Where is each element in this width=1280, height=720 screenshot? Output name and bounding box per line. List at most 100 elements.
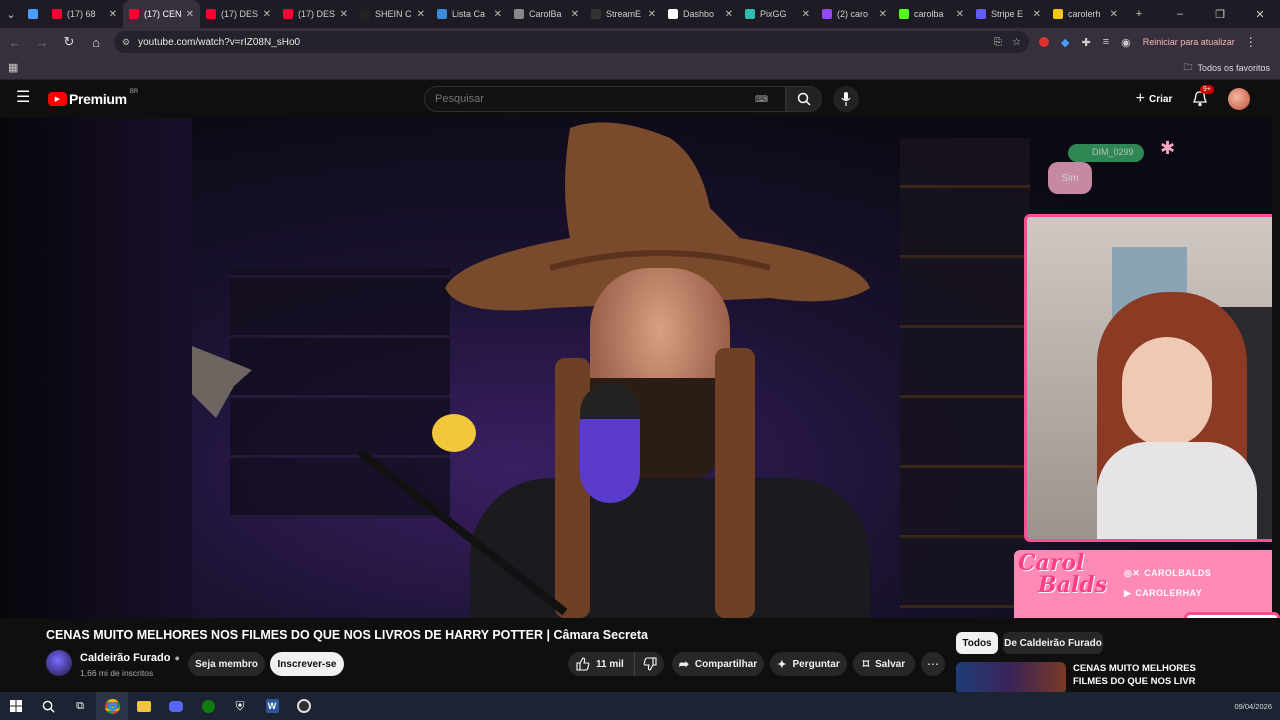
back-icon[interactable]: ← [3,30,27,54]
youtube-logo[interactable]: ▶ Premium BR [48,89,139,107]
home-icon[interactable]: ⌂ [84,30,108,54]
restart-update-button[interactable]: Reiniciar para atualizar [1143,37,1235,47]
browser-tab[interactable]: (17) DES ✕ [277,0,354,28]
address-bar[interactable]: ⚙ youtube.com/watch?v=rIZ08N_sHo0 ⎘ ☆ [114,31,1029,53]
tab-close-icon[interactable]: ✕ [263,9,271,20]
social-handle-1: ◎✕ CAROLBALDS [1124,568,1212,578]
tab-close-icon[interactable]: ✕ [725,9,733,20]
bookmark-star-icon[interactable]: ☆ [1012,37,1021,48]
chrome-icon[interactable] [96,692,128,720]
restore-icon[interactable]: ❐ [1200,3,1240,25]
browser-tab[interactable]: Lista Ca ✕ [431,0,508,28]
dislike-button[interactable] [635,657,657,671]
subscribe-button[interactable]: Inscrever-se [270,652,344,676]
browser-tab[interactable]: CarolBa ✕ [508,0,585,28]
search-icon [797,92,811,106]
ask-button[interactable]: ✦ Perguntar [770,652,847,676]
youtube-play-icon: ▶ [48,92,67,106]
tab-close-icon[interactable]: ✕ [494,9,502,20]
more-actions-button[interactable]: ⋯ [921,652,945,676]
tab-close-icon[interactable]: ✕ [648,9,656,20]
new-tab-button[interactable]: + [1128,3,1150,25]
security-shield-icon[interactable]: ⛨ [224,692,256,720]
close-window-icon[interactable]: ✕ [1240,3,1280,25]
shelf-decor-right [900,138,1030,608]
reading-list-icon[interactable]: ≡ [1103,36,1109,48]
tab-close-icon[interactable]: ✕ [186,9,194,20]
browser-tab[interactable]: carolba ✕ [893,0,970,28]
ask-label: Perguntar [792,658,840,670]
apps-grid-icon[interactable]: ▦ [8,61,18,74]
minimize-icon[interactable]: – [1160,3,1200,25]
tab-close-icon[interactable]: ✕ [956,9,964,20]
browser-tab[interactable]: Stripe E ✕ [970,0,1047,28]
tab-close-icon[interactable]: ✕ [879,9,887,20]
extensions-icon[interactable]: ✚ [1081,36,1090,49]
site-info-icon[interactable]: ⚙ [122,37,130,48]
xbox-icon[interactable] [192,692,224,720]
browser-tab[interactable]: SHEIN C ✕ [354,0,431,28]
voice-search-button[interactable] [833,86,859,112]
tab-close-icon[interactable]: ✕ [1033,9,1041,20]
recommended-thumbnail[interactable] [956,662,1066,694]
like-button[interactable]: 11 mil [568,652,635,676]
browser-menu-icon[interactable]: ⋮ [1245,35,1257,49]
keyboard-icon[interactable]: ⌨ [755,94,768,105]
channel-avatar[interactable] [46,650,72,676]
notifications-button[interactable]: 9+ [1192,85,1214,109]
browser-toolbar: ← → ↻ ⌂ ⚙ youtube.com/watch?v=rIZ08N_sHo… [0,28,1280,56]
forward-icon[interactable]: → [30,30,54,54]
windows-start-icon[interactable] [0,692,32,720]
chip-all[interactable]: Todos [956,632,998,654]
word-icon[interactable]: W [256,692,288,720]
browser-tab[interactable]: (17) CEN ✕ [123,0,200,28]
profile-icon[interactable]: ◉ [1121,36,1131,49]
tab-close-icon[interactable]: ✕ [1110,9,1118,20]
video-player[interactable]: DIM_0299 Sim ✱ Carol Balds ◎✕ CAROLBALDS … [0,118,1272,618]
obs-icon[interactable] [288,692,320,720]
tab-favicon-icon [591,9,601,19]
reload-icon[interactable]: ↻ [57,30,81,54]
browser-tab[interactable]: (2) caro ✕ [816,0,893,28]
tab-close-icon[interactable]: ✕ [340,9,348,20]
channel-name[interactable]: Caldeirão Furado ● [80,652,180,664]
search-box[interactable]: ⌨ [424,86,786,112]
tab-close-icon[interactable]: ✕ [802,9,810,20]
plus-icon: + [1135,90,1145,107]
all-bookmarks-button[interactable]: 🗀 Todos os favoritos [1183,60,1270,76]
social-handle-2: ▶ CAROLERHAY [1124,588,1203,598]
recommended-title[interactable]: CENAS MUITO MELHORES FILMES DO QUE NOS L… [1073,662,1196,688]
video-letterbox [0,118,192,618]
install-app-icon[interactable]: ⎘ [994,37,1002,48]
task-view-icon[interactable]: ⧉ [64,692,96,720]
share-button[interactable]: ➦ Compartilhar [672,652,764,676]
browser-tab[interactable]: (17) DES ✕ [200,0,277,28]
tab-close-icon[interactable]: ✕ [571,9,579,20]
create-button[interactable]: + Criar [1126,87,1182,111]
chip-from-channel[interactable]: De Caldeirão Furado [1003,632,1103,654]
file-explorer-icon[interactable] [128,692,160,720]
search-input[interactable] [435,93,755,105]
rubber-duck-prop [432,414,476,452]
tab-search-icon[interactable]: ⌄ [0,3,22,25]
search-button[interactable] [786,86,822,112]
browser-tab[interactable]: (17) 68 ✕ [46,0,123,28]
tab-close-icon[interactable]: ✕ [109,9,117,20]
browser-tab[interactable]: carolerh ✕ [1047,0,1124,28]
extension-diamond-icon[interactable]: ◆ [1061,36,1069,49]
country-badge: BR [129,89,139,95]
taskbar-search-icon[interactable] [32,692,64,720]
discord-icon[interactable] [160,692,192,720]
join-button[interactable]: Seja membro [188,652,265,676]
tab-title: carolerh [1068,9,1101,19]
browser-tab[interactable]: StreamE ✕ [585,0,662,28]
save-button[interactable]: ⌑ Salvar [853,652,915,676]
extension-red-icon[interactable] [1039,37,1049,47]
tab-close-icon[interactable]: ✕ [417,9,425,20]
browser-tab[interactable] [22,0,46,28]
account-avatar[interactable] [1228,88,1250,110]
browser-tab[interactable]: PixGG ✕ [739,0,816,28]
guide-menu-icon[interactable]: ☰ [16,90,32,106]
browser-tab-strip: ⌄ (17) 68 ✕ (17) CEN ✕ (17) DES ✕ (17) DES ✕ SHE… [0,0,1280,28]
browser-tab[interactable]: Dashbo ✕ [662,0,739,28]
